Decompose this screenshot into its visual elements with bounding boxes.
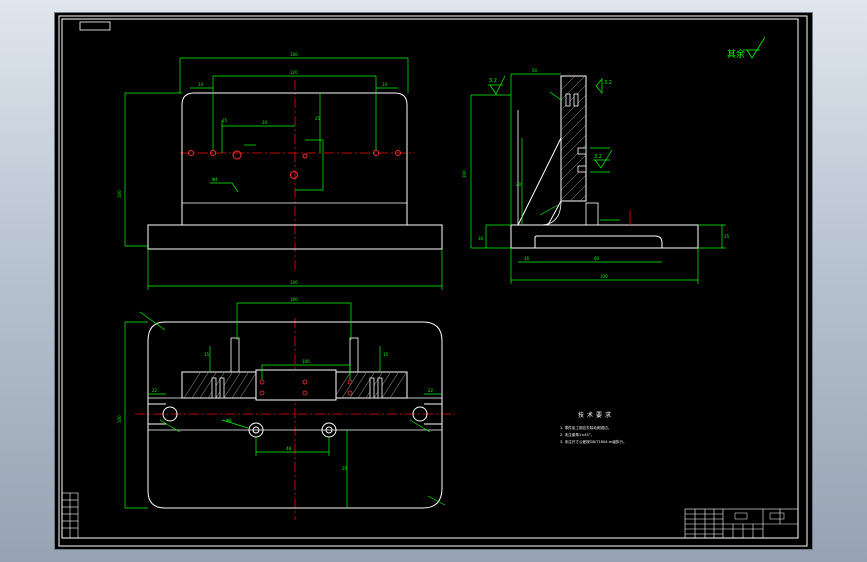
- tech-item-2: 2. 未注倒角1×45°。: [560, 432, 594, 437]
- cad-viewport[interactable]: 160 120 14 14 100 160 34 15 25 Φ4 100 50…: [55, 13, 812, 549]
- svg-text:16: 16: [524, 256, 530, 261]
- svg-text:25: 25: [315, 116, 321, 121]
- svg-text:34: 34: [262, 120, 268, 125]
- side-view: 100 50 100 60 16 25 30 20 3.2 3.2 3.2: [462, 68, 730, 284]
- svg-text:160: 160: [290, 280, 298, 285]
- tech-item-3: 3. 未注尺寸公差按GB/T1804-m级执行。: [560, 439, 627, 444]
- svg-text:160: 160: [290, 52, 298, 57]
- svg-text:30: 30: [478, 236, 484, 241]
- tech-title: 技术要求: [578, 411, 614, 419]
- svg-text:25: 25: [724, 234, 730, 239]
- svg-text:22: 22: [428, 388, 434, 393]
- svg-text:15: 15: [383, 352, 389, 357]
- svg-text:100: 100: [302, 359, 310, 364]
- surface-mark-2: 3.2: [604, 80, 612, 86]
- svg-text:22: 22: [152, 388, 158, 393]
- tech-item-1: 1. 零件加工前应去除毛刺锐边。: [560, 425, 611, 430]
- surface-mark-3: 3.2: [594, 154, 602, 160]
- svg-text:100: 100: [117, 190, 122, 198]
- corner-label-box: [79, 21, 111, 31]
- title-block: [684, 508, 799, 539]
- svg-text:50: 50: [532, 68, 538, 73]
- roughness-note: 其余: [727, 36, 766, 60]
- svg-text:160: 160: [290, 297, 298, 302]
- svg-text:20: 20: [342, 466, 348, 471]
- revision-strip: [61, 492, 79, 539]
- tech-requirements: 技术要求 1. 零件加工前应去除毛刺锐边。 2. 未注倒角1×45°。 3. 未…: [560, 411, 627, 444]
- inner-frame: [61, 18, 799, 539]
- svg-text:14: 14: [382, 82, 388, 87]
- surface-mark-1: 3.2: [489, 78, 497, 84]
- svg-text:20: 20: [516, 182, 522, 187]
- svg-text:120: 120: [290, 70, 298, 75]
- top-view: 160 100 100 48 20 15 15 22 22 Φ8: [117, 297, 455, 520]
- roughness-label: 其余: [727, 48, 745, 60]
- svg-text:100: 100: [117, 415, 122, 423]
- front-view: 160 120 14 14 100 160 34 15 25 Φ4: [117, 52, 443, 290]
- svg-text:Φ8: Φ8: [226, 418, 232, 423]
- svg-text:15: 15: [222, 118, 228, 123]
- engineering-drawing: 160 120 14 14 100 160 34 15 25 Φ4 100 5010…: [58, 15, 808, 547]
- svg-text:Φ4: Φ4: [212, 177, 218, 182]
- svg-text:60: 60: [594, 256, 600, 261]
- svg-text:100: 100: [600, 274, 608, 279]
- outer-frame: [58, 15, 808, 547]
- svg-text:14: 14: [198, 82, 204, 87]
- svg-text:100: 100: [462, 170, 467, 178]
- svg-text:48: 48: [286, 446, 292, 451]
- svg-text:15: 15: [204, 352, 210, 357]
